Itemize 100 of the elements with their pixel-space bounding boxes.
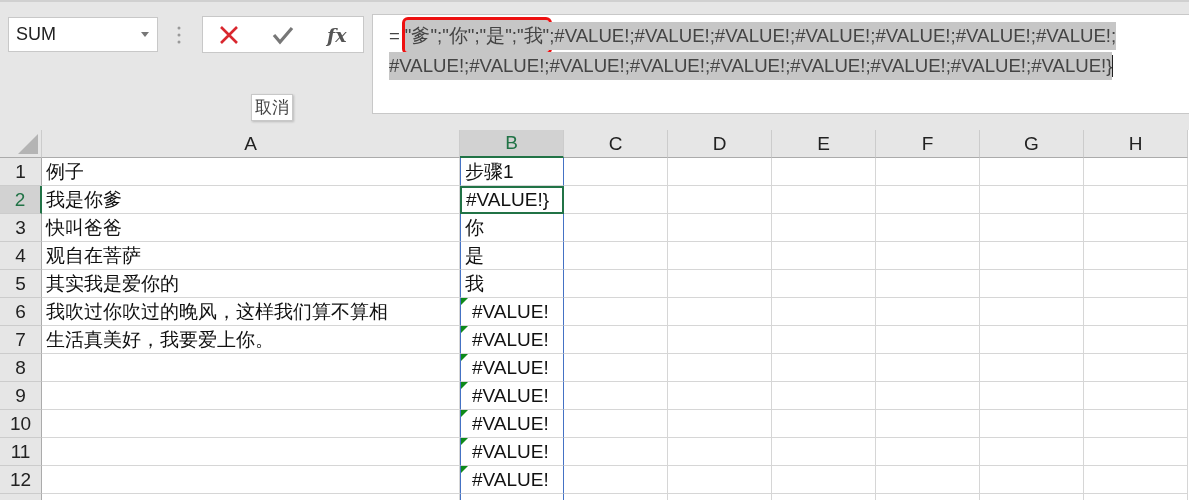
table-cell[interactable] <box>1084 158 1188 186</box>
row-header[interactable]: 5 <box>0 270 42 298</box>
name-box[interactable]: SUM <box>8 17 158 52</box>
table-cell[interactable] <box>668 186 772 214</box>
table-cell[interactable]: #VALUE! <box>460 354 564 382</box>
table-cell[interactable] <box>980 326 1084 354</box>
table-cell[interactable] <box>772 466 876 494</box>
row-header[interactable]: 12 <box>0 466 42 494</box>
table-cell[interactable] <box>668 214 772 242</box>
table-cell[interactable] <box>980 270 1084 298</box>
table-cell[interactable] <box>772 382 876 410</box>
row-header[interactable]: 10 <box>0 410 42 438</box>
table-cell[interactable] <box>564 270 668 298</box>
table-cell[interactable] <box>668 466 772 494</box>
table-cell[interactable] <box>564 354 668 382</box>
table-cell[interactable] <box>564 186 668 214</box>
table-cell[interactable]: 是 <box>460 242 564 270</box>
table-cell[interactable] <box>772 214 876 242</box>
table-cell[interactable]: 步骤1 <box>460 158 564 186</box>
column-header[interactable]: A <box>42 130 460 158</box>
table-cell[interactable] <box>564 410 668 438</box>
table-cell[interactable]: #VALUE!} <box>460 186 564 214</box>
table-cell[interactable] <box>42 438 460 466</box>
table-cell[interactable] <box>668 354 772 382</box>
table-cell[interactable] <box>876 410 980 438</box>
table-cell[interactable]: 例子 <box>42 158 460 186</box>
table-cell[interactable] <box>668 242 772 270</box>
table-cell[interactable] <box>980 242 1084 270</box>
table-cell[interactable]: 你 <box>460 214 564 242</box>
table-cell[interactable] <box>876 242 980 270</box>
table-cell[interactable]: 我 <box>460 270 564 298</box>
row-header[interactable]: 8 <box>0 354 42 382</box>
column-header[interactable]: E <box>772 130 876 158</box>
row-header[interactable]: 2 <box>0 186 42 214</box>
table-cell[interactable] <box>876 270 980 298</box>
table-cell[interactable] <box>42 410 460 438</box>
table-cell[interactable]: 我是你爹 <box>42 186 460 214</box>
row-header[interactable]: 7 <box>0 326 42 354</box>
row-header[interactable]: 4 <box>0 242 42 270</box>
table-cell[interactable] <box>876 214 980 242</box>
row-header[interactable]: 3 <box>0 214 42 242</box>
table-cell[interactable] <box>564 382 668 410</box>
table-cell[interactable] <box>564 466 668 494</box>
table-cell[interactable]: #VALUE! <box>460 466 564 494</box>
table-cell[interactable] <box>876 326 980 354</box>
table-cell[interactable] <box>668 298 772 326</box>
table-cell[interactable]: 生活真美好，我要爱上你。 <box>42 326 460 354</box>
table-cell[interactable] <box>1084 270 1188 298</box>
column-header[interactable]: B <box>460 130 564 158</box>
table-cell[interactable] <box>980 354 1084 382</box>
table-cell[interactable] <box>564 438 668 466</box>
table-cell[interactable] <box>772 298 876 326</box>
column-header[interactable]: H <box>1084 130 1188 158</box>
table-cell[interactable] <box>876 354 980 382</box>
table-cell[interactable] <box>772 242 876 270</box>
table-cell[interactable] <box>1084 242 1188 270</box>
table-cell[interactable] <box>1084 186 1188 214</box>
table-cell[interactable] <box>980 410 1084 438</box>
table-cell[interactable] <box>772 354 876 382</box>
table-cell[interactable] <box>772 326 876 354</box>
table-cell[interactable] <box>980 438 1084 466</box>
table-cell[interactable]: #VALUE! <box>460 438 564 466</box>
table-cell[interactable] <box>1084 214 1188 242</box>
table-cell[interactable] <box>876 186 980 214</box>
table-cell[interactable] <box>668 438 772 466</box>
table-cell[interactable] <box>668 410 772 438</box>
table-cell[interactable] <box>876 382 980 410</box>
select-all-corner[interactable] <box>0 130 42 158</box>
row-header[interactable]: 1 <box>0 158 42 186</box>
table-cell[interactable] <box>876 298 980 326</box>
table-cell[interactable] <box>1084 438 1188 466</box>
table-cell[interactable] <box>1084 298 1188 326</box>
table-cell[interactable] <box>564 242 668 270</box>
table-cell[interactable] <box>772 270 876 298</box>
table-cell[interactable] <box>1084 326 1188 354</box>
table-cell[interactable]: 其实我是爱你的 <box>42 270 460 298</box>
table-cell[interactable] <box>564 326 668 354</box>
table-cell[interactable] <box>1084 382 1188 410</box>
table-cell[interactable]: 快叫爸爸 <box>42 214 460 242</box>
table-cell[interactable]: #VALUE! <box>460 326 564 354</box>
column-header[interactable]: G <box>980 130 1084 158</box>
table-cell[interactable] <box>772 438 876 466</box>
table-cell[interactable] <box>980 186 1084 214</box>
table-cell[interactable] <box>668 326 772 354</box>
table-cell[interactable] <box>876 158 980 186</box>
table-cell[interactable] <box>42 382 460 410</box>
table-cell[interactable] <box>42 466 460 494</box>
row-header[interactable]: 9 <box>0 382 42 410</box>
table-cell[interactable] <box>1084 354 1188 382</box>
column-header[interactable]: D <box>668 130 772 158</box>
formula-bar[interactable]: = "爹";"你";"是";"我";#VALUE!;#VALUE!;#VALUE!;#VALUE!;#VALUE!;#VALUE!;#VALUE!; #VALUE!;#VALUE!;#VALUE!;#VALUE!;#VALUE!;#VALUE!;#VALUE!;#VALUE!;#VALUE!} <box>372 14 1189 114</box>
table-cell[interactable] <box>668 270 772 298</box>
table-cell[interactable] <box>772 410 876 438</box>
table-cell[interactable]: 观自在菩萨 <box>42 242 460 270</box>
insert-function-button[interactable]: fx <box>323 21 351 48</box>
table-cell[interactable] <box>980 466 1084 494</box>
table-cell[interactable] <box>980 382 1084 410</box>
table-cell[interactable] <box>876 466 980 494</box>
table-cell[interactable] <box>564 298 668 326</box>
table-cell[interactable]: #VALUE! <box>460 298 564 326</box>
